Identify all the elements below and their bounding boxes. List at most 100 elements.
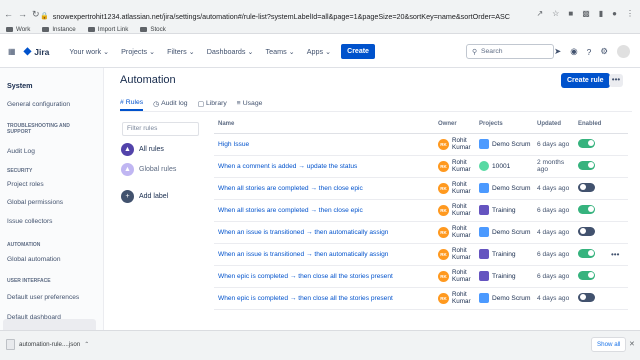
enabled-toggle[interactable]: [578, 138, 595, 148]
column-header-name[interactable]: Name: [214, 116, 434, 134]
row-more-actions-icon[interactable]: •••: [611, 250, 619, 259]
rocket-icon[interactable]: ➤: [554, 46, 561, 57]
enabled-toggle[interactable]: [578, 292, 595, 302]
back-icon[interactable]: ←: [4, 9, 13, 20]
bookmark-item[interactable]: Work: [6, 26, 30, 33]
owner-name: Rohit Kumar: [452, 225, 471, 239]
enabled-toggle[interactable]: [578, 248, 595, 258]
column-header-updated[interactable]: Updated: [533, 116, 574, 134]
nav-item-teams[interactable]: Teams ⌄: [266, 47, 295, 56]
project[interactable]: Training: [479, 271, 533, 281]
project-name: Training: [492, 272, 516, 280]
label-filter-all-rules[interactable]: ▲ All rules: [121, 143, 164, 156]
sidepanel-icon[interactable]: ▮: [599, 9, 603, 18]
sidebar-item[interactable]: Default dashboard: [7, 314, 61, 321]
create-button[interactable]: Create: [341, 44, 375, 59]
sidebar-item[interactable]: General configuration: [7, 101, 70, 108]
owner: RK Rohit Kumar: [438, 159, 475, 173]
project[interactable]: Training: [479, 249, 533, 259]
chevron-down-icon: ⌄: [245, 47, 254, 56]
bookmark-item[interactable]: Import Link: [87, 26, 128, 33]
owner-name: Rohit Kumar: [452, 159, 471, 173]
download-item[interactable]: automation-rule....json ⌃: [6, 339, 89, 350]
sidebar-item[interactable]: Project roles: [7, 181, 44, 188]
puzzle-icon[interactable]: ▩: [582, 9, 590, 18]
project[interactable]: Demo Scrum: [479, 183, 533, 193]
show-all-button[interactable]: Show all: [591, 337, 627, 352]
rule-name-link[interactable]: When epic is completed → then close all …: [214, 265, 434, 288]
bookmark-item[interactable]: Instance: [42, 26, 76, 33]
project[interactable]: Demo Scrum: [479, 227, 533, 237]
tab-audit-log[interactable]: ◷ Audit log: [153, 99, 187, 111]
table-row[interactable]: When epic is completed → then close all …: [214, 287, 628, 310]
sidebar-item[interactable]: Audit Log: [7, 148, 35, 155]
project[interactable]: 10001: [479, 161, 533, 171]
search-input[interactable]: ⚲ Search: [466, 44, 554, 59]
table-row[interactable]: When all stories are completed → then cl…: [214, 177, 628, 200]
forward-icon[interactable]: →: [18, 9, 27, 20]
sidebar-item[interactable]: Global permissions: [7, 199, 63, 206]
table-row[interactable]: When an issue is transitioned → then aut…: [214, 243, 628, 266]
folder-icon: [87, 27, 95, 32]
address-bar[interactable]: 🔒 snowexpertrohit1234.atlassian.net/jira…: [40, 9, 510, 23]
rule-name-link[interactable]: When an issue is transitioned → then aut…: [214, 221, 434, 244]
enabled-toggle[interactable]: [578, 270, 595, 280]
tab-usage[interactable]: ≡ Usage: [237, 99, 263, 111]
rule-name-link[interactable]: When epic is completed → then close all …: [214, 287, 434, 310]
tab-library[interactable]: ▢ Library: [198, 99, 227, 111]
project-cell: Demo Scrum: [475, 133, 533, 156]
owner-last-name: Kumar: [452, 144, 471, 151]
chevron-up-icon[interactable]: ⌃: [84, 341, 89, 348]
nav-item-apps[interactable]: Apps ⌄: [307, 47, 331, 56]
rules-table-body: High Issue RK Rohit Kumar Demo Scrum 6 days a…: [214, 133, 628, 310]
browser-menu-icon[interactable]: ⋮: [626, 9, 634, 18]
app-switcher-icon[interactable]: ▦: [8, 47, 16, 56]
project[interactable]: Training: [479, 205, 533, 215]
table-row[interactable]: When a comment is added → update the sta…: [214, 155, 628, 178]
enabled-toggle[interactable]: [578, 160, 595, 170]
share-icon[interactable]: ↗: [536, 9, 543, 18]
nav-item-your-work[interactable]: Your work ⌄: [69, 47, 109, 56]
nav-item-filters[interactable]: Filters ⌄: [167, 47, 195, 56]
star-icon[interactable]: ☆: [552, 9, 559, 18]
rule-name-link[interactable]: High Issue: [214, 133, 434, 156]
nav-item-projects[interactable]: Projects ⌄: [121, 47, 155, 56]
enabled-toggle[interactable]: [578, 204, 595, 214]
project-name: Demo Scrum: [492, 228, 531, 236]
jira-logo[interactable]: ◆ Jira: [24, 46, 50, 57]
project[interactable]: Demo Scrum: [479, 139, 533, 149]
rule-name-link[interactable]: When a comment is added → update the sta…: [214, 155, 434, 178]
notification-bell-icon[interactable]: ◉: [570, 46, 577, 57]
help-icon[interactable]: ?: [587, 47, 592, 57]
rule-name-link[interactable]: When all stories are completed → then cl…: [214, 177, 434, 200]
table-row[interactable]: When an issue is transitioned → then aut…: [214, 221, 628, 244]
table-row[interactable]: When epic is completed → then close all …: [214, 265, 628, 288]
filter-rules-input[interactable]: Filter rules: [122, 122, 199, 136]
nav-item-dashboards[interactable]: Dashboards ⌄: [207, 47, 254, 56]
sidebar-item[interactable]: Global automation: [7, 256, 61, 263]
add-label-text: Add label: [139, 193, 169, 200]
profile-icon[interactable]: ●: [612, 9, 617, 18]
sidebar-item[interactable]: Issue collectors: [7, 218, 52, 225]
settings-gear-icon[interactable]: ⚙: [600, 46, 608, 57]
user-avatar[interactable]: [617, 45, 630, 58]
rule-name-link[interactable]: When an issue is transitioned → then aut…: [214, 243, 434, 266]
column-header-enabled: Enabled: [574, 116, 628, 134]
bookmark-item[interactable]: Stock: [140, 26, 166, 33]
reload-icon[interactable]: ↻: [32, 9, 40, 20]
tab-rules[interactable]: # Rules: [120, 99, 144, 111]
usage-icon: ≡: [236, 100, 241, 107]
enabled-toggle[interactable]: [578, 182, 595, 192]
sidebar-item[interactable]: Default user preferences: [7, 294, 79, 301]
enabled-toggle[interactable]: [578, 226, 595, 236]
more-actions-button[interactable]: •••: [609, 74, 623, 87]
close-icon[interactable]: ✕: [629, 340, 635, 348]
label-filter-global-rules[interactable]: ▲ Global rules: [121, 163, 176, 176]
create-rule-button[interactable]: Create rule: [561, 73, 610, 88]
add-label-button[interactable]: + Add label: [121, 190, 168, 203]
extension-icon[interactable]: ■: [568, 9, 573, 18]
table-row[interactable]: High Issue RK Rohit Kumar Demo Scrum 6 days a…: [214, 133, 628, 156]
rule-name-link[interactable]: When all stories are completed → then cl…: [214, 199, 434, 222]
project[interactable]: Demo Scrum: [479, 293, 533, 303]
table-row[interactable]: When all stories are completed → then cl…: [214, 199, 628, 222]
